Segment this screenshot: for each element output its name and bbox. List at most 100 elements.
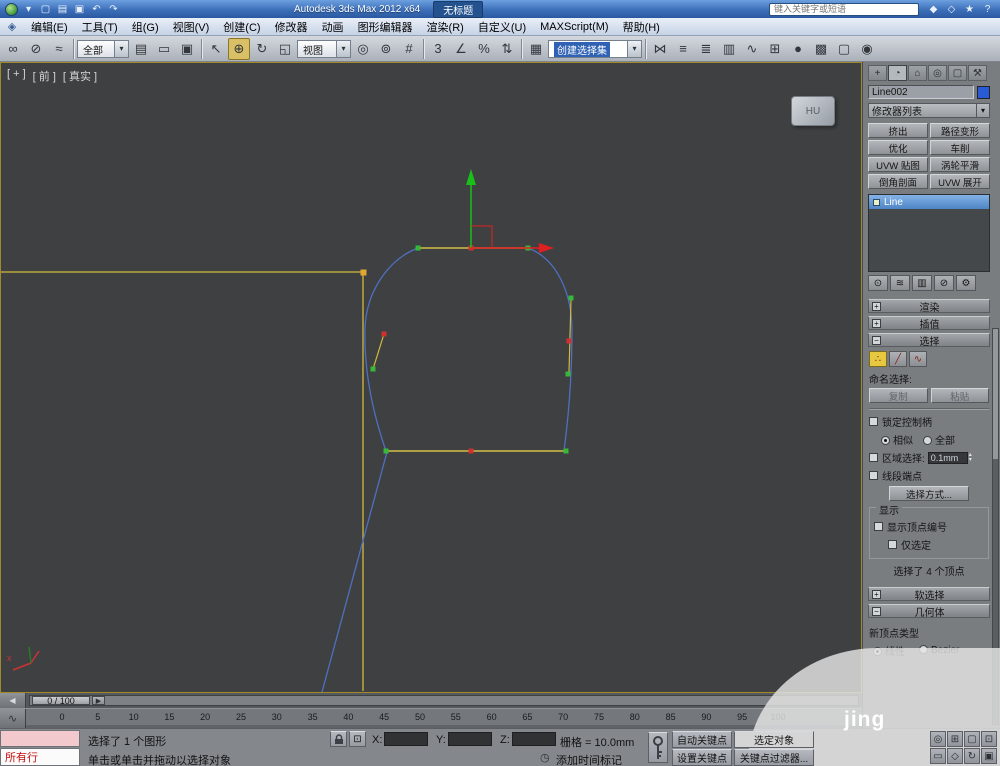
chevron-down-icon[interactable] bbox=[627, 40, 641, 57]
spinner-snap-icon[interactable]: ⇅ bbox=[496, 38, 518, 60]
rendered-frame-window-icon[interactable]: ▢ bbox=[833, 38, 855, 60]
redo-icon[interactable]: ↷ bbox=[106, 2, 121, 16]
maximize-viewport-toggle-icon[interactable]: ▣ bbox=[981, 748, 997, 764]
selection-filter-dropdown[interactable]: 全部 bbox=[77, 39, 129, 58]
radio-icon[interactable] bbox=[881, 436, 890, 445]
time-slider-track[interactable]: 0 / 100 ▶ bbox=[29, 695, 859, 706]
select-by-button[interactable]: 选择方式... bbox=[889, 486, 969, 501]
track-bar-ruler[interactable]: 0510152025303540455055606570758085909510… bbox=[26, 709, 862, 728]
menu-help[interactable]: 帮助(H) bbox=[616, 18, 667, 35]
named-selection-set-combo[interactable]: 创建选择集 bbox=[548, 39, 642, 58]
tab-motion[interactable]: ◎ bbox=[928, 65, 947, 81]
render-setup-icon[interactable]: ▩ bbox=[810, 38, 832, 60]
select-object-icon[interactable]: ↖ bbox=[205, 38, 227, 60]
spline-shape-blue[interactable] bbox=[321, 247, 573, 692]
viewport-menu-general[interactable]: [ + ] bbox=[7, 68, 26, 84]
collapse-icon[interactable]: − bbox=[872, 335, 881, 345]
checkbox-icon[interactable] bbox=[869, 471, 878, 480]
menu-maxscript[interactable]: MAXScript(M) bbox=[533, 18, 615, 35]
3dsmax-logo-icon[interactable] bbox=[5, 2, 18, 16]
menu-group[interactable]: 组(G) bbox=[125, 18, 166, 35]
viewport-menu-shading[interactable]: [ 真实 ] bbox=[63, 68, 97, 84]
workspace-icon[interactable]: ◈ bbox=[0, 20, 24, 33]
modifier-button-path-deform[interactable]: 路径变形 bbox=[930, 123, 990, 138]
modifier-button-unwrap-uvw[interactable]: UVW 展开 bbox=[930, 174, 990, 189]
key-filters-button[interactable]: 关键点过滤器... bbox=[734, 749, 814, 766]
mirror-icon[interactable]: ⋈ bbox=[649, 38, 671, 60]
configure-modifier-sets-icon[interactable]: ⚙ bbox=[956, 275, 976, 291]
snaps-toggle-icon[interactable]: 3 bbox=[427, 38, 449, 60]
menu-create[interactable]: 创建(C) bbox=[216, 18, 267, 35]
viewport-menu-view[interactable]: [ 前 ] bbox=[33, 68, 56, 84]
select-and-move-icon[interactable]: ⊕ bbox=[228, 37, 250, 60]
percent-snap-icon[interactable]: % bbox=[473, 38, 495, 60]
reference-coordinate-dropdown[interactable]: 视图 bbox=[297, 39, 351, 58]
area-threshold-field[interactable]: 0.1mm bbox=[927, 451, 968, 464]
key-filter-scope-dropdown[interactable]: 选定对象 bbox=[734, 731, 814, 748]
graphite-ribbon-icon[interactable]: ▥ bbox=[718, 38, 740, 60]
select-and-link-icon[interactable]: ∞ bbox=[2, 38, 24, 60]
spline-subobject-icon[interactable]: ∿ bbox=[909, 351, 927, 367]
modifier-stack[interactable]: Line bbox=[868, 194, 990, 272]
expand-icon[interactable]: + bbox=[872, 301, 881, 311]
add-time-tag[interactable]: 添加时间标记 bbox=[556, 752, 622, 766]
menu-graph-editors[interactable]: 图形编辑器 bbox=[351, 18, 420, 35]
mini-curve-editor-icon[interactable]: ∿ bbox=[0, 709, 26, 728]
spline-vertices[interactable] bbox=[360, 245, 574, 454]
next-frame-arrow-icon[interactable]: ▶ bbox=[92, 696, 105, 705]
paste-button[interactable]: 粘贴 bbox=[930, 388, 989, 403]
open-file-icon[interactable]: ▤ bbox=[55, 2, 70, 16]
tab-display[interactable]: ▢ bbox=[948, 65, 967, 81]
undo-icon[interactable]: ↶ bbox=[89, 2, 104, 16]
show-end-result-icon[interactable]: ≋ bbox=[890, 275, 910, 291]
menu-customize[interactable]: 自定义(U) bbox=[471, 18, 533, 35]
tab-modify[interactable]: ◔ bbox=[888, 65, 907, 81]
infocenter-search-input[interactable] bbox=[769, 2, 919, 16]
modifier-button-optimize[interactable]: 优化 bbox=[868, 140, 928, 155]
x-coordinate-field[interactable] bbox=[384, 732, 428, 746]
select-and-manipulate-icon[interactable]: ⊚ bbox=[375, 38, 397, 60]
align-icon[interactable]: ≡ bbox=[672, 38, 694, 60]
spline-shape-yellow[interactable] bbox=[1, 271, 364, 691]
rollout-interpolation[interactable]: + 插值 bbox=[868, 316, 990, 331]
show-vertex-numbers-checkbox[interactable]: 显示顶点编号 bbox=[874, 519, 984, 534]
menu-rendering[interactable]: 渲染(R) bbox=[420, 18, 471, 35]
set-key-button[interactable]: 设置关键点 bbox=[672, 749, 732, 766]
rollout-rendering[interactable]: + 渲染 bbox=[868, 299, 990, 314]
scrollbar-thumb[interactable] bbox=[993, 329, 998, 459]
window-crossing-icon[interactable]: ▣ bbox=[176, 38, 198, 60]
vertex-subobject-icon[interactable]: ∴ bbox=[869, 351, 887, 367]
front-viewport[interactable]: [ + ] [ 前 ] [ 真实 ] HU x bbox=[0, 62, 862, 693]
save-file-icon[interactable]: ▣ bbox=[72, 2, 87, 16]
schematic-view-icon[interactable]: ⊞ bbox=[764, 38, 786, 60]
favorites-icon[interactable]: ★ bbox=[962, 2, 977, 16]
orbit-icon[interactable]: ↻ bbox=[964, 748, 980, 764]
selection-lock-toggle[interactable] bbox=[330, 731, 347, 747]
collapse-icon[interactable]: − bbox=[872, 606, 881, 616]
viewport-canvas[interactable]: x bbox=[1, 63, 861, 692]
bind-to-space-warp-icon[interactable]: ≈ bbox=[48, 38, 70, 60]
set-keys-button[interactable] bbox=[648, 732, 668, 763]
z-coordinate-field[interactable] bbox=[512, 732, 556, 746]
checkbox-icon[interactable] bbox=[869, 417, 878, 426]
zoom-extents-icon[interactable]: ▢ bbox=[964, 731, 980, 747]
lock-handles-checkbox[interactable]: 锁定控制柄 bbox=[869, 414, 989, 429]
rollout-soft-selection[interactable]: + 软选择 bbox=[868, 587, 990, 602]
keyboard-shortcut-override-icon[interactable]: # bbox=[398, 38, 420, 60]
modifier-button-extrude[interactable]: 挤出 bbox=[868, 123, 928, 138]
area-selection-checkbox[interactable] bbox=[869, 453, 878, 462]
object-color-swatch[interactable] bbox=[977, 85, 990, 99]
help-icon[interactable]: ? bbox=[980, 2, 995, 16]
chevron-down-icon[interactable] bbox=[114, 40, 128, 57]
communication-center-icon[interactable]: ◇ bbox=[944, 2, 959, 16]
zoom-all-icon[interactable]: ⊞ bbox=[947, 731, 963, 747]
segment-subobject-icon[interactable]: ╱ bbox=[889, 351, 907, 367]
select-and-scale-icon[interactable]: ◱ bbox=[274, 38, 296, 60]
absolute-offset-mode-toggle[interactable]: ⊡ bbox=[349, 731, 366, 747]
rollout-geometry[interactable]: − 几何体 bbox=[868, 604, 990, 619]
tab-utilities[interactable]: ⚒ bbox=[968, 65, 987, 81]
auto-key-button[interactable]: 自动关键点 bbox=[672, 731, 732, 748]
selected-segments[interactable] bbox=[372, 247, 572, 452]
rectangular-selection-region-icon[interactable]: ▭ bbox=[153, 38, 175, 60]
layer-manager-icon[interactable]: ≣ bbox=[695, 38, 717, 60]
